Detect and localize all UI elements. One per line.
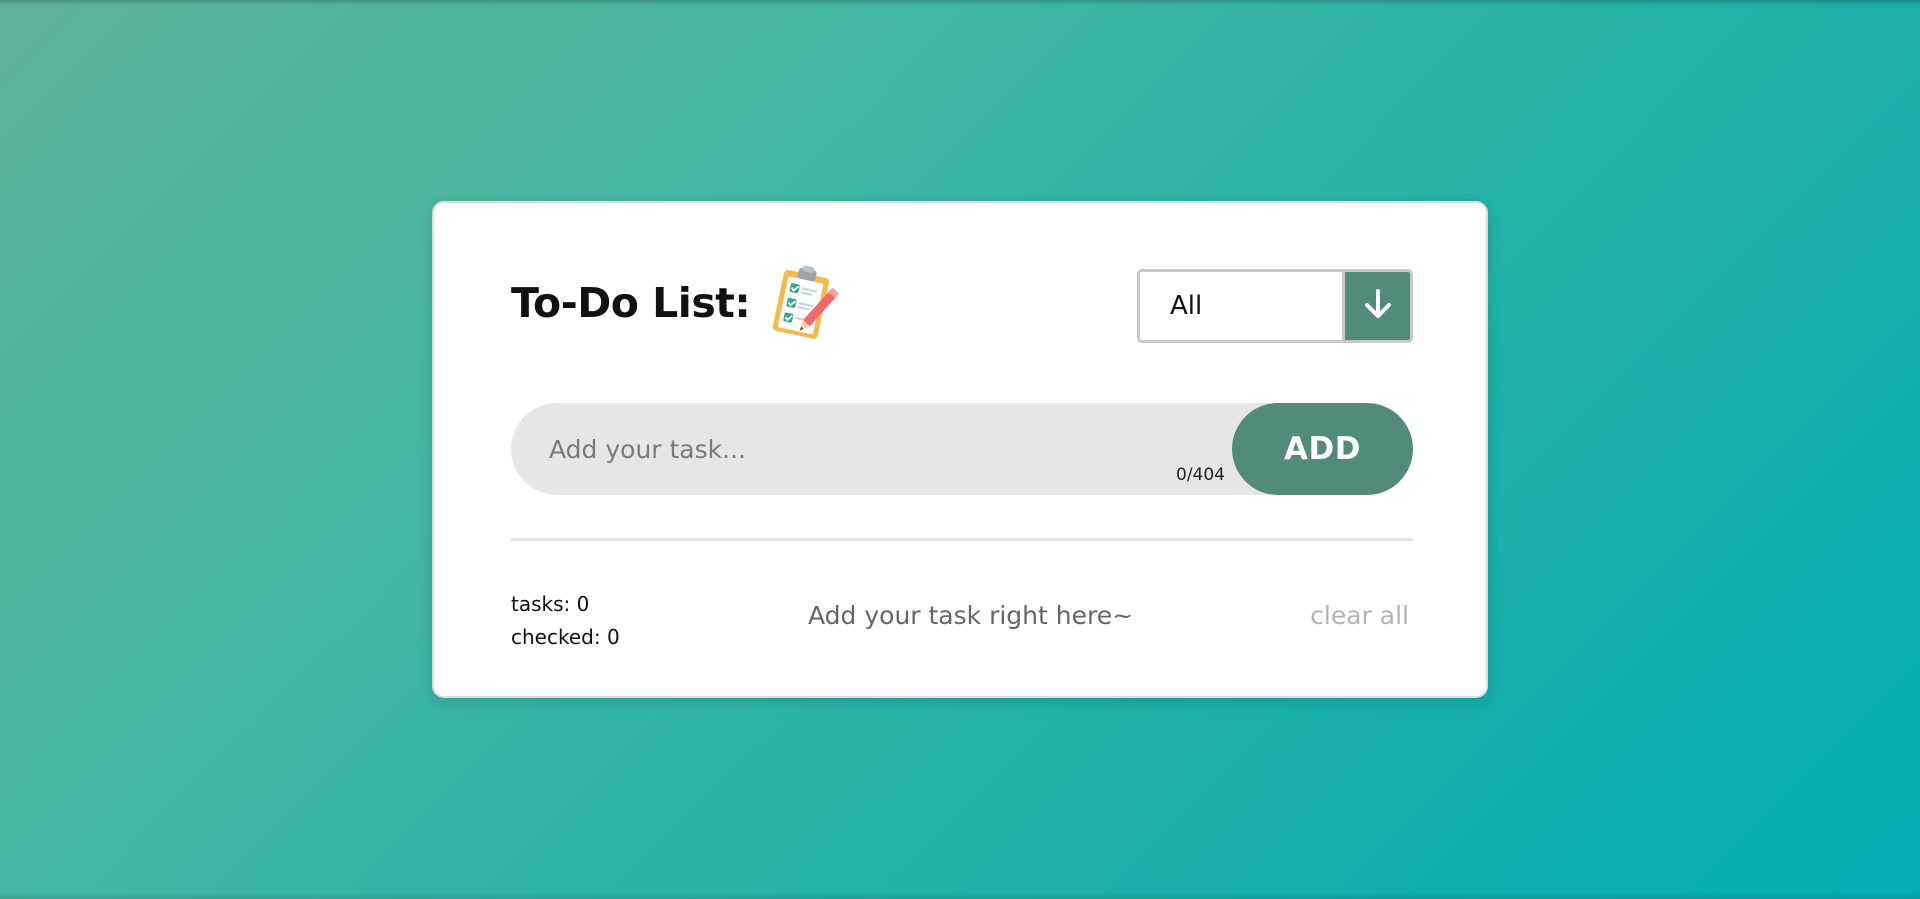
checked-count: checked: 0 <box>511 625 620 649</box>
filter-selected-value[interactable]: All <box>1140 272 1342 340</box>
filter-dropdown-button[interactable] <box>1342 272 1410 340</box>
bottom-edge-shadow <box>0 893 1920 899</box>
divider <box>511 538 1413 541</box>
title-group: To-Do List: <box>511 265 840 341</box>
task-stats: tasks: 0 checked: 0 <box>511 588 620 654</box>
add-button[interactable]: ADD <box>1232 403 1413 495</box>
arrow-down-icon <box>1361 287 1395 325</box>
clipboard-checklist-icon <box>768 264 840 344</box>
tasks-count: tasks: 0 <box>511 592 590 616</box>
empty-hint: Add your task right here~ <box>808 601 1134 630</box>
filter-select[interactable]: All <box>1137 269 1413 343</box>
page-title: To-Do List: <box>511 279 751 327</box>
task-input[interactable] <box>549 403 1189 495</box>
clear-all-button[interactable]: clear all <box>1310 601 1409 630</box>
char-counter: 0/404 <box>1176 465 1225 485</box>
top-edge-shadow <box>0 0 1920 6</box>
task-input-container: 0/404 <box>511 403 1271 495</box>
add-task-row: 0/404 ADD <box>511 403 1413 495</box>
card-header: To-Do List: All <box>511 265 1413 343</box>
todo-card: To-Do List: All Add your task... 0/404 A… <box>432 201 1488 698</box>
